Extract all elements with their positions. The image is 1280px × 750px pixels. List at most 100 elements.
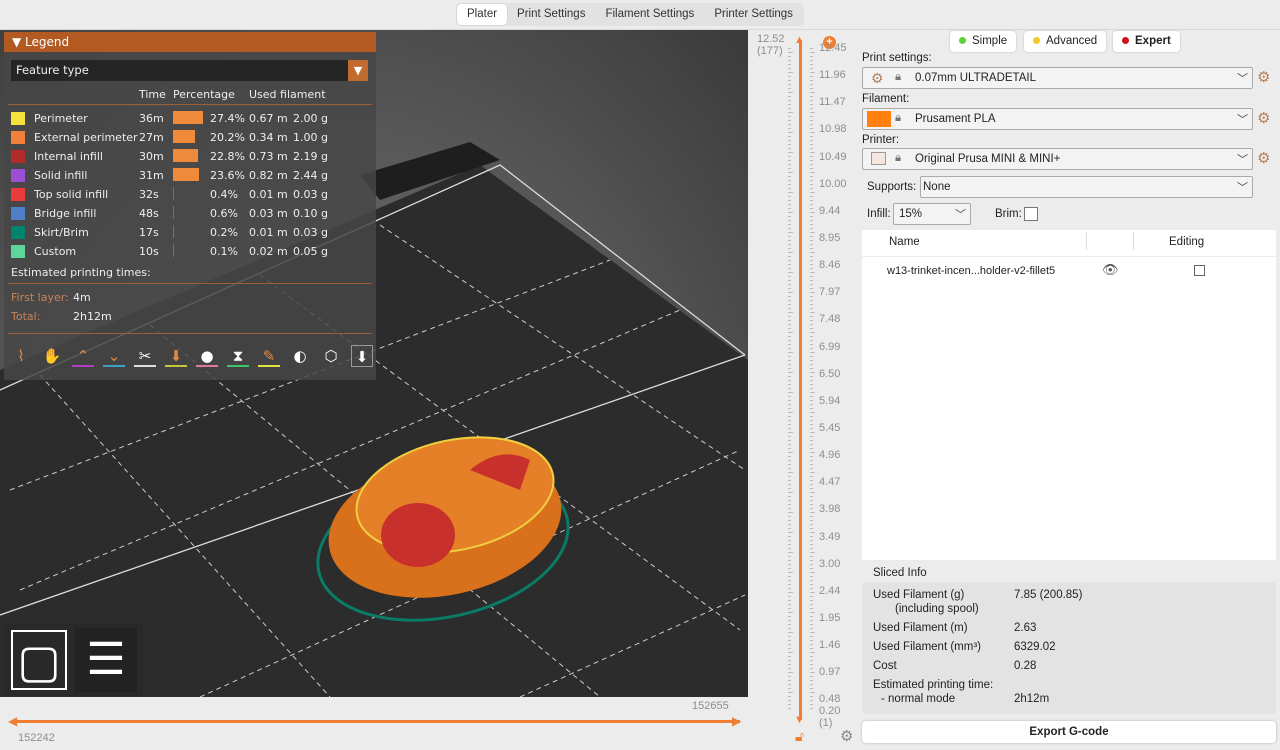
- legend-row[interactable]: Perimeter 36m 27.4% 0.67 m 2.00 g: [4, 109, 376, 128]
- tick-mark: [810, 72, 815, 73]
- tab-print-settings[interactable]: Print Settings: [507, 4, 595, 25]
- infill-select[interactable]: 15% ﹀: [893, 203, 971, 225]
- tick-mark: [788, 428, 791, 429]
- settings-gear-icon[interactable]: ⚙: [840, 727, 853, 745]
- bottom-thumb[interactable]: ▼: [794, 714, 805, 726]
- tick-mark: [788, 640, 791, 641]
- h-slider-left-thumb[interactable]: ◀: [8, 714, 17, 728]
- horizontal-slider[interactable]: 152655 ◀ ▶ 152242: [0, 697, 750, 750]
- sliced-info: Used Filament (g) (including spool) 7.85…: [862, 582, 1276, 714]
- tick-mark: [810, 452, 815, 453]
- used-filament-m-label: Used Filament (m): [873, 622, 968, 634]
- printer-label: Printer:: [862, 134, 900, 146]
- mode-simple-button[interactable]: Simple: [950, 31, 1017, 52]
- color-changes-icon[interactable]: ●: [196, 345, 218, 367]
- tick-mark: [810, 700, 813, 701]
- tab-filament-settings[interactable]: Filament Settings: [595, 4, 704, 25]
- tick-mark: [810, 368, 813, 369]
- tab-plater[interactable]: Plater: [457, 4, 508, 25]
- export-gcode-button[interactable]: Export G-code: [862, 721, 1276, 743]
- layer-tick-label: 3.00: [819, 557, 841, 570]
- column-name: Name: [889, 236, 920, 248]
- legend-row[interactable]: Solid infill 31m 23.6% 0.82 m 2.44 g: [4, 166, 376, 185]
- tick-mark: [810, 536, 813, 537]
- object-row[interactable]: w13-trinket-incen...holder-v2-fillet5 👁︎: [862, 256, 1276, 284]
- supports-select[interactable]: None ﹀: [920, 176, 1253, 198]
- filament-gear-icon[interactable]: ⚙: [1257, 109, 1270, 127]
- filament-color-swatch[interactable]: [867, 111, 891, 127]
- tick-mark: [788, 108, 791, 109]
- tick-mark: [788, 156, 791, 157]
- 3d-viewport[interactable]: ▼ Legend Feature type ▼ Time Percentage U…: [0, 30, 748, 697]
- tick-mark: [810, 620, 813, 621]
- legend-row[interactable]: Bridge infill 48s 0.6% 0.03 m 0.10 g: [4, 204, 376, 223]
- tick-mark: [810, 256, 813, 257]
- tick-mark: [810, 276, 813, 277]
- tick-mark: [788, 352, 793, 353]
- tick-mark: [810, 244, 813, 245]
- top-thumb[interactable]: ▲: [794, 34, 805, 46]
- shells-icon[interactable]: ⬡: [320, 345, 342, 367]
- layer-tick-label: 11.96: [819, 69, 846, 82]
- layer-slider-track[interactable]: [799, 40, 802, 720]
- tick-mark: [810, 628, 813, 629]
- center-of-gravity-icon[interactable]: ◐: [289, 345, 311, 367]
- tick-mark: [788, 440, 791, 441]
- wipe-icon[interactable]: ✋: [41, 345, 63, 367]
- deretractions-icon[interactable]: ⌄: [103, 345, 125, 367]
- tick-mark: [810, 664, 813, 665]
- tick-mark: [788, 320, 791, 321]
- lock-icon: 🔒︎: [895, 152, 902, 164]
- tick-mark: [788, 308, 791, 309]
- tool-marker-icon[interactable]: ⬇: [351, 345, 373, 367]
- tick-mark: [810, 384, 813, 385]
- tick-mark: [788, 368, 791, 369]
- tool-changes-icon[interactable]: ⬇: [165, 345, 187, 367]
- h-slider-track[interactable]: [12, 720, 740, 723]
- tick-mark: [788, 80, 791, 81]
- legend-row[interactable]: Internal infill 30m 22.8% 0.73 m 2.19 g: [4, 147, 376, 166]
- retractions-icon[interactable]: ⌃: [72, 345, 94, 367]
- print-settings-gear-icon[interactable]: ⚙: [1257, 68, 1270, 86]
- tick-mark: [810, 108, 813, 109]
- legend-row[interactable]: Custom 10s 0.1% 0.02 m 0.05 g: [4, 242, 376, 261]
- feature-grams: 0.10 g: [293, 207, 328, 220]
- printer-gear-icon[interactable]: ⚙: [1257, 149, 1270, 167]
- tick-mark: [788, 624, 791, 625]
- tick-mark: [788, 616, 791, 617]
- tick-mark: [810, 252, 815, 253]
- seams-icon[interactable]: ✂: [134, 345, 156, 367]
- h-slider-right-thumb[interactable]: ▶: [732, 714, 741, 728]
- brim-checkbox[interactable]: [1024, 207, 1038, 221]
- eye-icon[interactable]: 👁︎: [1102, 262, 1119, 278]
- legend-row[interactable]: External perimeter 27m 20.2% 0.34 m 1.00…: [4, 128, 376, 147]
- preview-layers-icon[interactable]: ☰: [75, 628, 137, 692]
- feature-time: 27m: [139, 131, 164, 144]
- feature-percentage: 0.2%: [210, 226, 238, 239]
- layer-slider[interactable]: 12.52 (177) ▲ + ▼ 12.45 11.96 11.47 10.98 10…: [750, 30, 860, 750]
- tick-mark: [810, 516, 813, 517]
- tab-printer-settings[interactable]: Printer Settings: [704, 4, 803, 25]
- mode-advanced-button[interactable]: Advanced: [1024, 31, 1107, 52]
- tick-mark: [788, 324, 791, 325]
- legend-row[interactable]: Top solid infill 32s 0.4% 0.01 m 0.03 g: [4, 185, 376, 204]
- layer-tick-label: 2.44: [819, 584, 841, 597]
- travel-icon[interactable]: ⌇: [10, 345, 32, 367]
- custom-gcode-icon[interactable]: ✎: [258, 345, 280, 367]
- edit-icon[interactable]: [1194, 265, 1205, 276]
- printer-combo[interactable]: 🔒︎ Original Prusa MINI & MINI+ ﹀: [862, 148, 1253, 170]
- tick-mark: [788, 592, 793, 593]
- tick-mark: [788, 548, 791, 549]
- filament-combo[interactable]: 🔒︎ Prusament PLA ﹀: [862, 108, 1253, 130]
- unlock-icon[interactable]: 🔓︎: [795, 728, 804, 745]
- view-type-select[interactable]: Feature type ▼: [11, 60, 368, 81]
- dropdown-arrow-icon[interactable]: ▼: [348, 60, 368, 81]
- tick-mark: [810, 412, 815, 413]
- legend-header[interactable]: ▼ Legend: [4, 32, 376, 52]
- print-settings-combo[interactable]: ⚙ 🔒︎ 0.07mm ULTRADETAIL ﹀: [862, 67, 1253, 89]
- layer-tick-label: 1.46: [819, 639, 841, 652]
- pause-icon[interactable]: ⧗: [227, 345, 249, 367]
- mode-expert-button[interactable]: Expert: [1113, 31, 1180, 52]
- legend-row[interactable]: Skirt/Brim 17s 0.2% 0.01 m 0.03 g: [4, 223, 376, 242]
- 3d-view-cube-icon[interactable]: ▢: [11, 630, 67, 690]
